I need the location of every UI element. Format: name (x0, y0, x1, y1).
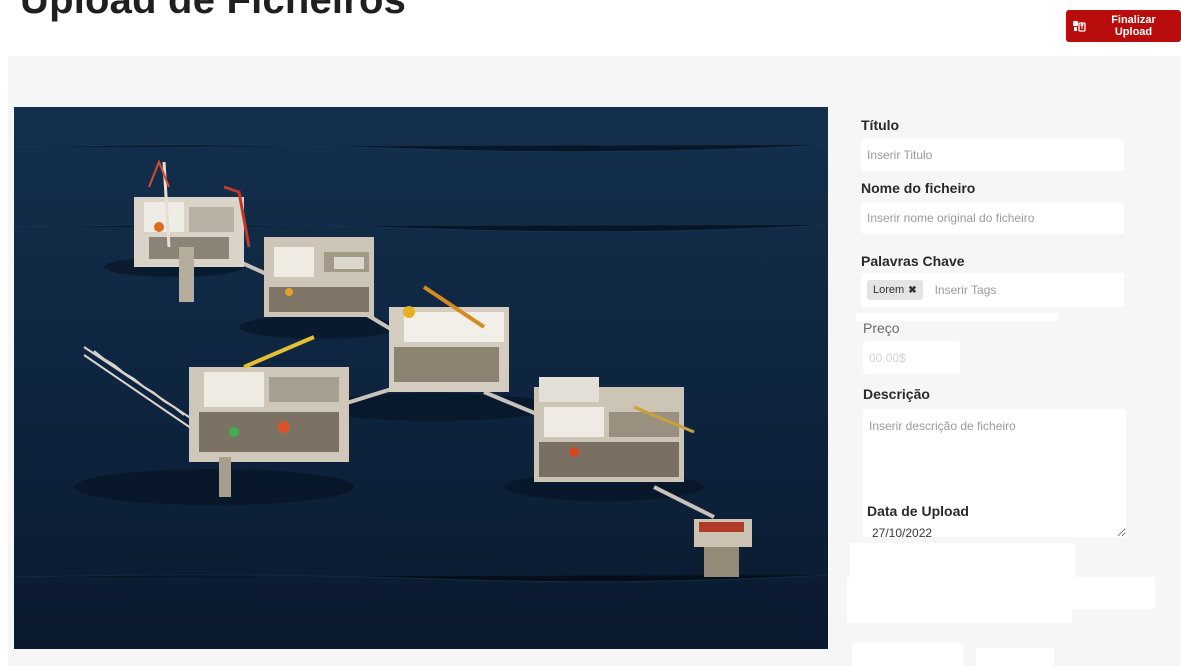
tag-chip: Lorem ✖ (867, 280, 923, 300)
title-input[interactable] (861, 139, 1124, 171)
price-input[interactable] (863, 341, 960, 374)
upload-date-value: 27/10/2022 (872, 526, 933, 540)
tags-input[interactable] (932, 282, 1118, 298)
empty-block (847, 577, 1155, 609)
price-label: Preço (863, 320, 900, 336)
upload-date-label: Data de Upload (867, 503, 969, 519)
keywords-label: Palavras Chave (861, 253, 965, 269)
description-label: Descrição (863, 386, 930, 402)
empty-block (847, 609, 1072, 623)
finish-upload-label: Finalizar Upload (1111, 14, 1156, 38)
close-icon[interactable]: ✖ (908, 285, 916, 296)
filename-label: Nome do ficheiro (861, 180, 976, 196)
image-preview (14, 107, 828, 649)
filename-input[interactable] (861, 202, 1124, 234)
finish-upload-button[interactable]: Finalizar Upload (1066, 10, 1181, 42)
title-label: Título (861, 117, 900, 133)
tag-chip-label: Lorem (873, 284, 905, 296)
empty-block (852, 643, 963, 666)
upload-icon (1072, 19, 1086, 33)
offshore-platform-image (14, 107, 828, 649)
tags-input-box[interactable]: Lorem ✖ (861, 273, 1124, 307)
empty-block (850, 543, 1075, 578)
empty-block (976, 648, 1054, 666)
page-title: Upload de Ficheiros (20, 0, 407, 22)
